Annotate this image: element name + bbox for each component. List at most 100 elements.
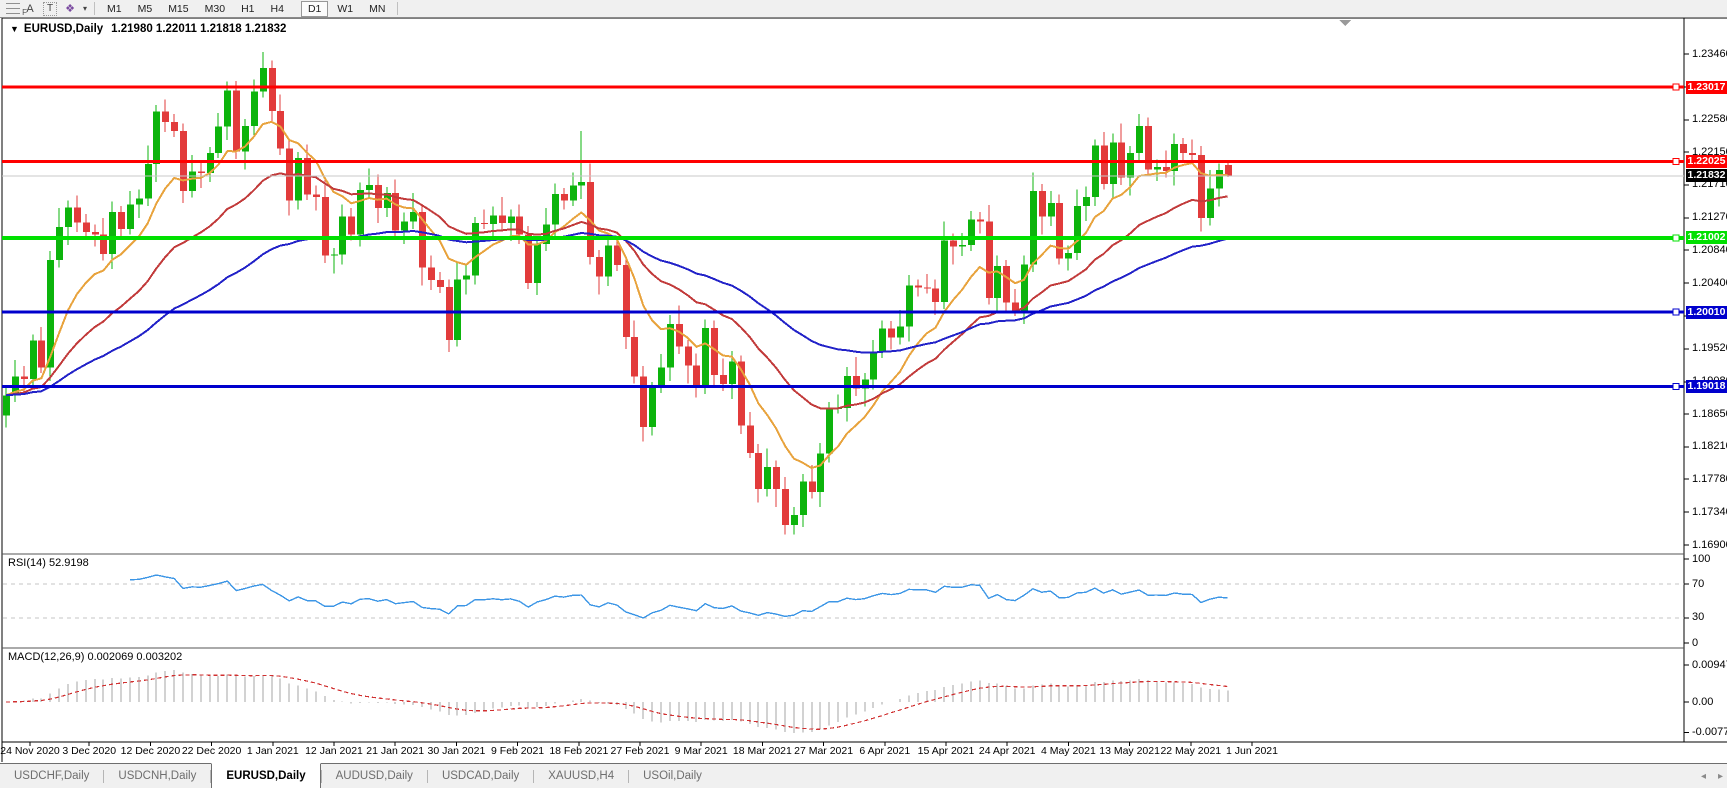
candle xyxy=(56,227,63,260)
candle xyxy=(83,222,90,232)
candle xyxy=(897,326,904,337)
timeframe-button-m1[interactable]: M1 xyxy=(100,1,129,17)
candle xyxy=(339,216,346,254)
level-endpoint-handle[interactable] xyxy=(1673,235,1679,241)
candle xyxy=(1216,170,1223,189)
candle xyxy=(915,285,922,287)
fibonacci-icon[interactable]: F xyxy=(0,1,20,16)
candle xyxy=(322,197,329,255)
candle xyxy=(1074,206,1081,253)
date-label: 12 Jan 2021 xyxy=(305,745,363,757)
candle xyxy=(791,515,798,525)
candle xyxy=(986,222,993,298)
candle xyxy=(136,198,143,204)
candle xyxy=(932,288,939,301)
tab-usdcnh[interactable]: USDCNH,Daily xyxy=(104,764,210,788)
candle xyxy=(3,395,10,415)
candle xyxy=(667,324,674,367)
candle xyxy=(800,481,807,515)
timeframe-button-w1[interactable]: W1 xyxy=(330,1,360,17)
tab-usdcad[interactable]: USDCAD,Daily xyxy=(428,764,533,788)
candle xyxy=(755,453,762,489)
candle xyxy=(1127,153,1134,178)
candle xyxy=(941,240,948,301)
tab-audusd[interactable]: AUDUSD,Daily xyxy=(322,764,427,788)
price-level-label: 1.20010 xyxy=(1686,306,1727,319)
price-tick-label: 1.22580 xyxy=(1692,113,1727,126)
candle xyxy=(153,112,160,164)
candle xyxy=(552,194,559,225)
candle xyxy=(127,204,134,229)
candle xyxy=(1136,126,1143,153)
candle xyxy=(1092,145,1099,197)
date-label: 15 Apr 2021 xyxy=(918,745,975,757)
date-label: 22 May 2021 xyxy=(1160,745,1221,757)
arrow-shapes-icon[interactable]: ❖ xyxy=(60,1,80,16)
candle xyxy=(1189,153,1196,155)
macd-tick-label: 0.00 xyxy=(1692,696,1713,709)
candle xyxy=(729,362,736,384)
tab-usdchf[interactable]: USDCHF,Daily xyxy=(0,764,103,788)
timeframe-button-m15[interactable]: M15 xyxy=(161,1,195,17)
macd-tick-label: -0.007778 xyxy=(1692,726,1727,739)
current-price-label: 1.21832 xyxy=(1686,169,1727,182)
date-label: 4 May 2021 xyxy=(1041,745,1096,757)
tab-usoil[interactable]: USOil,Daily xyxy=(629,764,716,788)
candle xyxy=(171,122,178,131)
candle xyxy=(145,164,152,198)
level-endpoint-handle[interactable] xyxy=(1673,84,1679,90)
candle xyxy=(437,280,444,287)
chevron-down-icon[interactable]: ▾ xyxy=(80,1,90,16)
date-label: 30 Jan 2021 xyxy=(427,745,485,757)
candle xyxy=(747,425,754,453)
price-level-label: 1.21002 xyxy=(1686,231,1727,244)
symbol-dropdown-icon[interactable]: ▼ xyxy=(10,24,19,34)
candle xyxy=(1003,266,1010,303)
date-label: 27 Mar 2021 xyxy=(794,745,853,757)
chart-shift-marker[interactable] xyxy=(1339,20,1351,26)
price-tick-label: 1.21270 xyxy=(1692,211,1727,224)
tab-xauusd[interactable]: XAUUSD,H4 xyxy=(534,764,628,788)
candle xyxy=(1065,253,1072,258)
candle xyxy=(1110,142,1117,184)
candle xyxy=(870,352,877,380)
level-endpoint-handle[interactable] xyxy=(1673,309,1679,315)
candle xyxy=(348,216,355,234)
candle xyxy=(463,276,470,280)
candle xyxy=(1207,189,1214,218)
level-endpoint-handle[interactable] xyxy=(1673,158,1679,164)
candle xyxy=(782,489,789,525)
timeframe-button-d1[interactable]: D1 xyxy=(301,1,328,17)
price-tick-label: 1.16900 xyxy=(1692,539,1727,552)
text-label-icon[interactable]: T xyxy=(40,1,60,16)
candle xyxy=(1030,191,1037,264)
date-label: 18 Mar 2021 xyxy=(733,745,792,757)
candle xyxy=(472,223,479,275)
candle xyxy=(693,365,700,387)
candle xyxy=(392,193,399,230)
tab-scroll-right-icon[interactable]: ▸ xyxy=(1718,771,1723,782)
timeframe-button-m30[interactable]: M30 xyxy=(198,1,232,17)
toolbar: F A T ❖ ▾ M1M5M15M30H1H4D1W1MN xyxy=(0,0,1727,18)
candle xyxy=(561,194,568,201)
timeframe-button-h4[interactable]: H4 xyxy=(264,1,291,17)
candle xyxy=(658,368,665,388)
date-label: 9 Mar 2021 xyxy=(675,745,728,757)
level-endpoint-handle[interactable] xyxy=(1673,383,1679,389)
price-tick-label: 1.20840 xyxy=(1692,244,1727,257)
candle xyxy=(331,255,338,256)
candle xyxy=(764,467,771,489)
timeframe-button-m5[interactable]: M5 xyxy=(131,1,160,17)
tab-scroll-left-icon[interactable]: ◂ xyxy=(1701,771,1706,782)
tab-eurusd[interactable]: EURUSD,Daily xyxy=(211,763,320,788)
price-tick-label: 1.20400 xyxy=(1692,277,1727,290)
candle xyxy=(578,182,585,186)
date-label: 18 Feb 2021 xyxy=(549,745,608,757)
candle xyxy=(614,246,621,265)
timeframe-button-mn[interactable]: MN xyxy=(362,1,392,17)
date-label: 1 Jan 2021 xyxy=(247,745,299,757)
timeframe-button-h1[interactable]: H1 xyxy=(234,1,261,17)
candle xyxy=(720,375,727,384)
date-label: 3 Dec 2020 xyxy=(62,745,116,757)
price-level-label: 1.23017 xyxy=(1686,81,1727,94)
